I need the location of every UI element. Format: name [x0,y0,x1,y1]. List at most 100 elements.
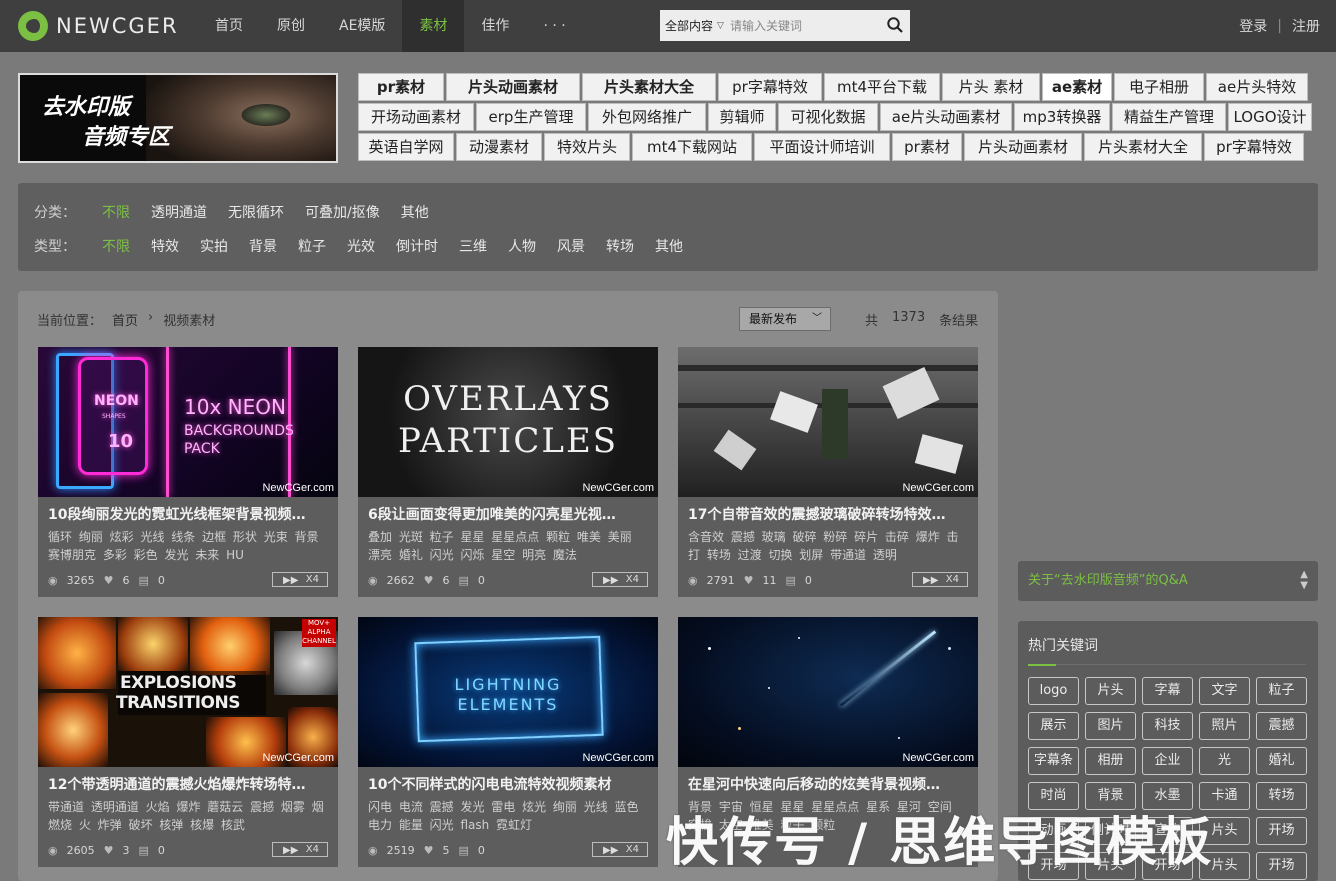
keyword-tag[interactable]: ae片头动画素材 [880,103,1012,131]
comment-icon[interactable]: ▤ [138,844,148,857]
keyword-tag[interactable]: 英语自学网 [358,133,454,161]
keyword-tag[interactable]: mt4下载网站 [632,133,752,161]
keyword-tag[interactable]: 片头素材大全 [1084,133,1202,161]
keyword-tag[interactable]: ae片头特效 [1206,73,1308,101]
type-option[interactable]: 人物 [508,236,536,256]
hot-keyword[interactable]: 粒子 [1256,677,1307,705]
video-thumbnail[interactable]: NEON SHAPES 10 10x NEON BACKGROUNDS PACK… [38,347,338,497]
hot-keyword[interactable]: logo [1028,677,1079,705]
breadcrumb-home[interactable]: 首页 [112,310,138,329]
keyword-tag[interactable]: pr字幕特效 [1204,133,1304,161]
heart-icon[interactable]: ♥ [424,574,434,587]
nav-item-works[interactable]: 佳作 [464,0,526,52]
video-thumbnail[interactable]: OVERLAYS PARTICLES NewCGer.com [358,347,658,497]
type-option[interactable]: 转场 [606,236,634,256]
card-title[interactable]: 17个自带音效的震撼玻璃破碎转场特效… [688,504,970,524]
hot-keyword[interactable]: 展示 [1028,712,1079,740]
category-option[interactable]: 不限 [102,202,130,222]
hot-keyword[interactable]: 开场 [1256,817,1307,845]
video-card[interactable]: LIGHTNING ELEMENTS NewCGer.com 10个不同样式的闪… [358,617,658,867]
video-card[interactable]: OVERLAYS PARTICLES NewCGer.com 6段让画面变得更加… [358,347,658,597]
heart-icon[interactable]: ♥ [744,574,754,587]
keyword-tag[interactable]: 片头动画素材 [446,73,580,101]
keyword-tag[interactable]: 特效片头 [544,133,630,161]
keyword-tag[interactable]: 可视化数据 [778,103,878,131]
type-option[interactable]: 实拍 [200,236,228,256]
login-link[interactable]: 登录 [1229,16,1277,36]
nav-item-materials[interactable]: 素材 [402,0,465,52]
comment-icon[interactable]: ▤ [458,844,468,857]
keyword-tag[interactable]: 精益生产管理 [1112,103,1226,131]
hot-keyword[interactable]: 光 [1199,747,1250,775]
keyword-tag[interactable]: LOGO设计 [1228,103,1312,131]
keyword-tag[interactable]: 片头素材大全 [582,73,716,101]
keyword-tag[interactable]: mp3转换器 [1014,103,1110,131]
category-option[interactable]: 透明通道 [151,202,207,222]
keyword-tag[interactable]: 片头 素材 [942,73,1040,101]
type-option[interactable]: 光效 [347,236,375,256]
keyword-tag[interactable]: pr素材 [358,73,444,101]
keyword-tag[interactable]: 电子相册 [1114,73,1204,101]
hot-keyword[interactable]: 文字 [1199,677,1250,705]
card-title[interactable]: 12个带透明通道的震撼火焰爆炸转场特… [48,774,330,794]
keyword-tag[interactable]: 剪辑师 [708,103,776,131]
heart-icon[interactable]: ♥ [424,844,434,857]
keyword-tag[interactable]: pr字幕特效 [718,73,822,101]
category-option[interactable]: 可叠加/抠像 [305,202,380,222]
keyword-tag[interactable]: mt4平台下载 [824,73,940,101]
nav-item-home[interactable]: 首页 [198,0,260,52]
keyword-tag[interactable]: 外包网络推广 [588,103,706,131]
hot-keyword[interactable]: 转场 [1256,782,1307,810]
comment-icon[interactable]: ▤ [458,574,468,587]
keyword-tag[interactable]: 片头动画素材 [964,133,1082,161]
search-input[interactable] [730,18,870,33]
search-icon[interactable] [886,16,904,34]
hot-keyword[interactable]: 震撼 [1256,712,1307,740]
keyword-tag[interactable]: ae素材 [1042,73,1112,101]
heart-icon[interactable]: ♥ [104,844,114,857]
keyword-tag[interactable]: pr素材 [892,133,962,161]
quality-badge[interactable]: ▶▶ X4 [272,842,328,857]
type-option[interactable]: 风景 [557,236,585,256]
search-scope-select[interactable]: 全部内容 ▽ [660,17,730,34]
type-option[interactable]: 倒计时 [396,236,438,256]
hot-keyword[interactable]: 片头 [1085,677,1136,705]
keyword-tag[interactable]: erp生产管理 [476,103,586,131]
scroll-arrows-icon[interactable]: ▲ ▼ [1300,569,1308,591]
quality-badge[interactable]: ▶▶ X4 [272,572,328,587]
site-logo[interactable]: NEWCGER [18,11,179,41]
type-option[interactable]: 粒子 [298,236,326,256]
heart-icon[interactable]: ♥ [104,574,114,587]
category-option[interactable]: 无限循环 [228,202,284,222]
video-thumbnail[interactable]: NewCGer.com [678,617,978,767]
type-option[interactable]: 其他 [655,236,683,256]
type-option[interactable]: 背景 [249,236,277,256]
quality-badge[interactable]: ▶▶ X4 [912,572,968,587]
category-option[interactable]: 其他 [401,202,429,222]
hot-keyword[interactable]: 字幕 [1142,677,1193,705]
video-card[interactable]: NewCGer.com 17个自带音效的震撼玻璃破碎转场特效… 含音效 震撼 玻… [678,347,978,597]
quality-badge[interactable]: ▶▶ X4 [592,572,648,587]
type-option[interactable]: 特效 [151,236,179,256]
hot-keyword[interactable]: 企业 [1142,747,1193,775]
sort-select[interactable]: 最新发布 ﹀ [739,307,831,331]
comment-icon[interactable]: ▤ [138,574,148,587]
card-title[interactable]: 在星河中快速向后移动的炫美背景视频… [688,774,970,794]
comment-icon[interactable]: ▤ [785,574,795,587]
hot-keyword[interactable]: 婚礼 [1256,747,1307,775]
audio-promo-banner[interactable]: 去水印版 音频专区 [18,73,338,163]
keyword-tag[interactable]: 开场动画素材 [358,103,474,131]
hot-keyword[interactable]: 照片 [1199,712,1250,740]
keyword-tag[interactable]: 平面设计师培训 [754,133,890,161]
hot-keyword[interactable]: 图片 [1085,712,1136,740]
register-link[interactable]: 注册 [1282,16,1330,36]
video-thumbnail[interactable]: NewCGer.com [678,347,978,497]
card-title[interactable]: 6段让画面变得更加唯美的闪亮星光视… [368,504,650,524]
hot-keyword[interactable]: 字幕条 [1028,747,1079,775]
qa-link[interactable]: 关于“去水印版音频”的Q&A ▲ ▼ [1018,561,1318,601]
quality-badge[interactable]: ▶▶ X4 [592,842,648,857]
keyword-tag[interactable]: 动漫素材 [456,133,542,161]
nav-item-original[interactable]: 原创 [260,0,322,52]
video-card[interactable]: EXPLOSIONS TRANSITIONS MOV+ ALPHA CHANNE… [38,617,338,867]
type-option[interactable]: 三维 [459,236,487,256]
